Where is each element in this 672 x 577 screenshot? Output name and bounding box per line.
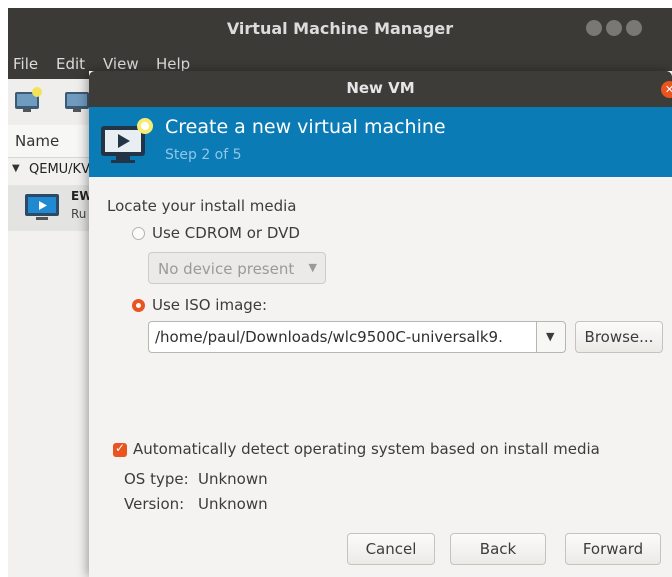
menu-file[interactable]: File <box>13 55 38 73</box>
maximize-icon[interactable] <box>606 20 622 36</box>
dialog-titlebar[interactable]: New VM ✕ <box>89 71 672 107</box>
new-vm-wizard-icon <box>101 118 153 163</box>
auto-detect-label[interactable]: Automatically detect operating system ba… <box>133 440 600 458</box>
dialog-title: New VM <box>346 79 415 97</box>
wizard-heading: Create a new virtual machine <box>165 116 446 138</box>
os-type-value: Unknown <box>198 470 268 488</box>
iso-path-value: /home/paul/Downloads/wlc9500C-universalk… <box>155 328 503 346</box>
vm-monitor-icon <box>25 194 59 220</box>
iso-path-input[interactable]: /home/paul/Downloads/wlc9500C-universalk… <box>148 321 537 353</box>
cdrom-radio-label[interactable]: Use CDROM or DVD <box>152 224 300 242</box>
version-label: Version: <box>124 495 185 513</box>
install-media-label: Locate your install media <box>107 197 297 215</box>
iso-radio[interactable] <box>132 299 145 312</box>
new-vm-icon[interactable] <box>12 85 44 117</box>
back-button[interactable]: Back <box>450 533 546 565</box>
expander-icon[interactable]: ▼ <box>12 163 20 174</box>
vm-state: Ru <box>71 207 87 221</box>
main-window-title: Virtual Machine Manager <box>226 19 454 38</box>
auto-detect-checkbox[interactable]: ✓ <box>113 441 127 457</box>
menu-edit[interactable]: Edit <box>56 55 85 73</box>
wizard-step-indicator: Step 2 of 5 <box>165 147 242 163</box>
new-vm-dialog: New VM ✕ Create a new virtual machine St… <box>89 71 672 577</box>
cancel-button[interactable]: Cancel <box>347 533 435 565</box>
forward-button[interactable]: Forward <box>565 533 661 565</box>
dialog-header-banner: Create a new virtual machine Step 2 of 5 <box>89 107 672 177</box>
version-value: Unknown <box>198 495 268 513</box>
os-type-label: OS type: <box>124 470 189 488</box>
iso-radio-label[interactable]: Use ISO image: <box>152 296 267 314</box>
cdrom-device-select: No device present ▼ <box>148 252 326 284</box>
dialog-close-icon[interactable]: ✕ <box>661 81 672 98</box>
close-icon[interactable] <box>626 20 642 36</box>
minimize-icon[interactable] <box>586 20 602 36</box>
column-name-header[interactable]: Name <box>15 132 59 150</box>
cdrom-radio[interactable] <box>132 227 145 240</box>
chevron-down-icon: ▼ <box>308 261 317 274</box>
iso-history-dropdown[interactable]: ▼ <box>536 321 566 353</box>
cdrom-device-value: No device present <box>158 260 295 278</box>
connection-label: QEMU/KV <box>29 162 90 177</box>
checkmark-icon: ✓ <box>115 441 126 455</box>
main-titlebar: Virtual Machine Manager <box>8 8 672 51</box>
chevron-down-icon: ▼ <box>546 330 555 343</box>
browse-button[interactable]: Browse... <box>575 321 663 353</box>
